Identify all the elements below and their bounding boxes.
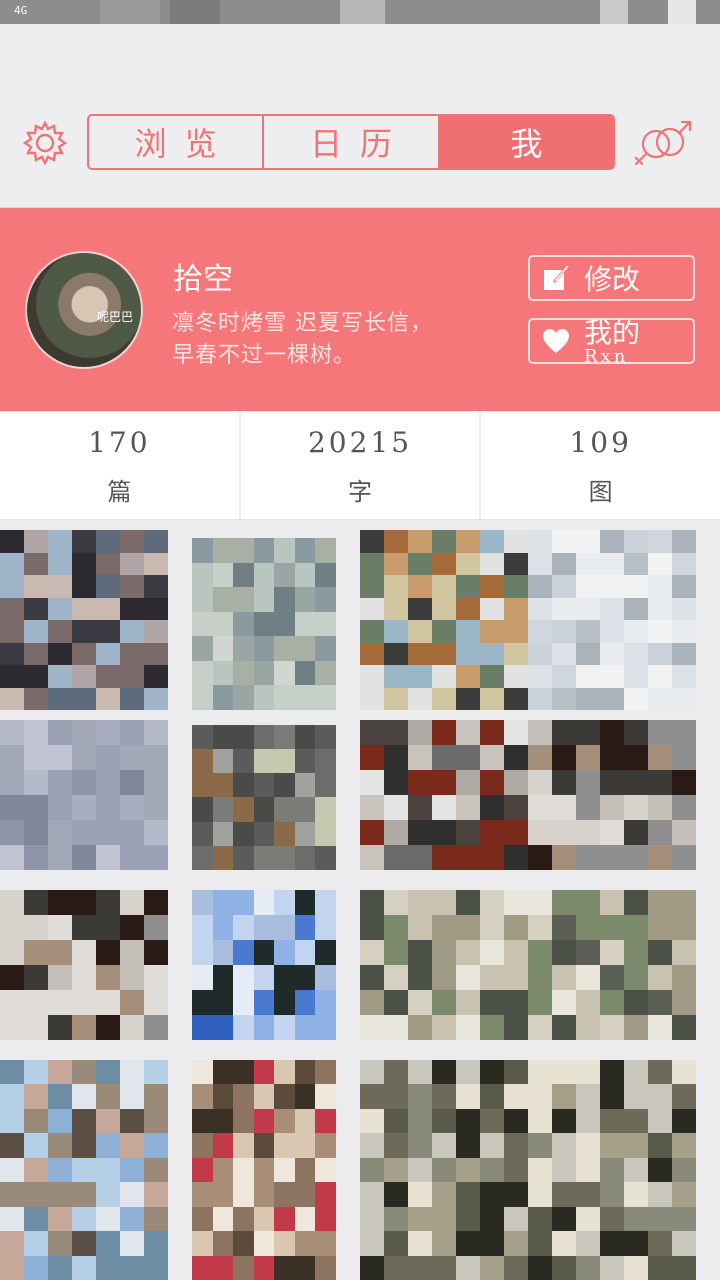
photo-thumbnail[interactable] [528, 1060, 696, 1280]
photo-thumbnail[interactable] [192, 725, 336, 870]
edit-icon [542, 264, 570, 292]
my-favorites-button[interactable]: 我的 Rxn [528, 318, 695, 364]
stat-value: 170 [88, 426, 151, 459]
stat-value: 20215 [307, 426, 413, 459]
edit-label: 修改 [584, 263, 641, 296]
photo-thumbnail[interactable] [0, 1060, 168, 1280]
photo-thumbnail[interactable] [360, 1060, 528, 1280]
stat-images[interactable]: 109 图 [479, 412, 720, 519]
tab-calendar[interactable]: 日历 [262, 116, 437, 168]
photo-thumbnail[interactable] [360, 890, 528, 1040]
tab-me[interactable]: 我 [437, 116, 613, 168]
photo-thumbnail[interactable] [528, 890, 696, 1040]
stats-bar: 170 篇 20215 字 109 图 [0, 412, 720, 520]
stat-label: 篇 [107, 478, 132, 506]
stat-posts[interactable]: 170 篇 [0, 412, 239, 519]
user-bio: 凛冬时烤雪 迟夏写长信， 早春不过一棵树。 [172, 308, 512, 372]
stat-label: 字 [348, 478, 372, 506]
photo-thumbnail[interactable] [528, 720, 696, 870]
bio-line-1: 凛冬时烤雪 迟夏写长信， [172, 311, 433, 336]
top-header: 浏览 日历 我 [0, 24, 720, 208]
tab-browse[interactable]: 浏览 [89, 116, 262, 168]
avatar[interactable]: 呢巴巴 [25, 251, 143, 369]
fav-label-partial: Rxn [584, 346, 629, 364]
gear-icon[interactable] [22, 120, 68, 166]
view-tabs: 浏览 日历 我 [87, 114, 615, 170]
profile-card: 呢巴巴 拾空 凛冬时烤雪 迟夏写长信， 早春不过一棵树。 修改 我的 Rxn [0, 208, 720, 411]
user-name: 拾空 [173, 262, 233, 297]
signal-indicator: 4G [14, 4, 28, 17]
stat-words[interactable]: 20215 字 [238, 412, 480, 519]
photo-thumbnail[interactable] [0, 720, 168, 870]
photo-grid [0, 520, 720, 1280]
photo-thumbnail[interactable] [528, 530, 696, 710]
photo-thumbnail[interactable] [0, 890, 168, 1040]
stat-label: 图 [588, 478, 613, 506]
stat-value: 109 [569, 426, 632, 459]
avatar-watermark: 呢巴巴 [96, 310, 133, 324]
heart-icon [542, 327, 570, 355]
photo-thumbnail[interactable] [360, 720, 528, 870]
status-bar: 4G [0, 0, 720, 24]
photo-thumbnail[interactable] [192, 1060, 336, 1280]
photo-thumbnail[interactable] [192, 538, 336, 710]
photo-thumbnail[interactable] [0, 530, 168, 710]
bio-line-2: 早春不过一棵树。 [172, 343, 357, 368]
photo-thumbnail[interactable] [360, 530, 528, 710]
fav-label: 我的 [584, 318, 641, 349]
photo-thumbnail[interactable] [192, 890, 336, 1040]
fav-label-group: 我的 Rxn [584, 318, 641, 364]
gender-icon[interactable] [632, 118, 696, 168]
edit-profile-button[interactable]: 修改 [528, 255, 695, 301]
